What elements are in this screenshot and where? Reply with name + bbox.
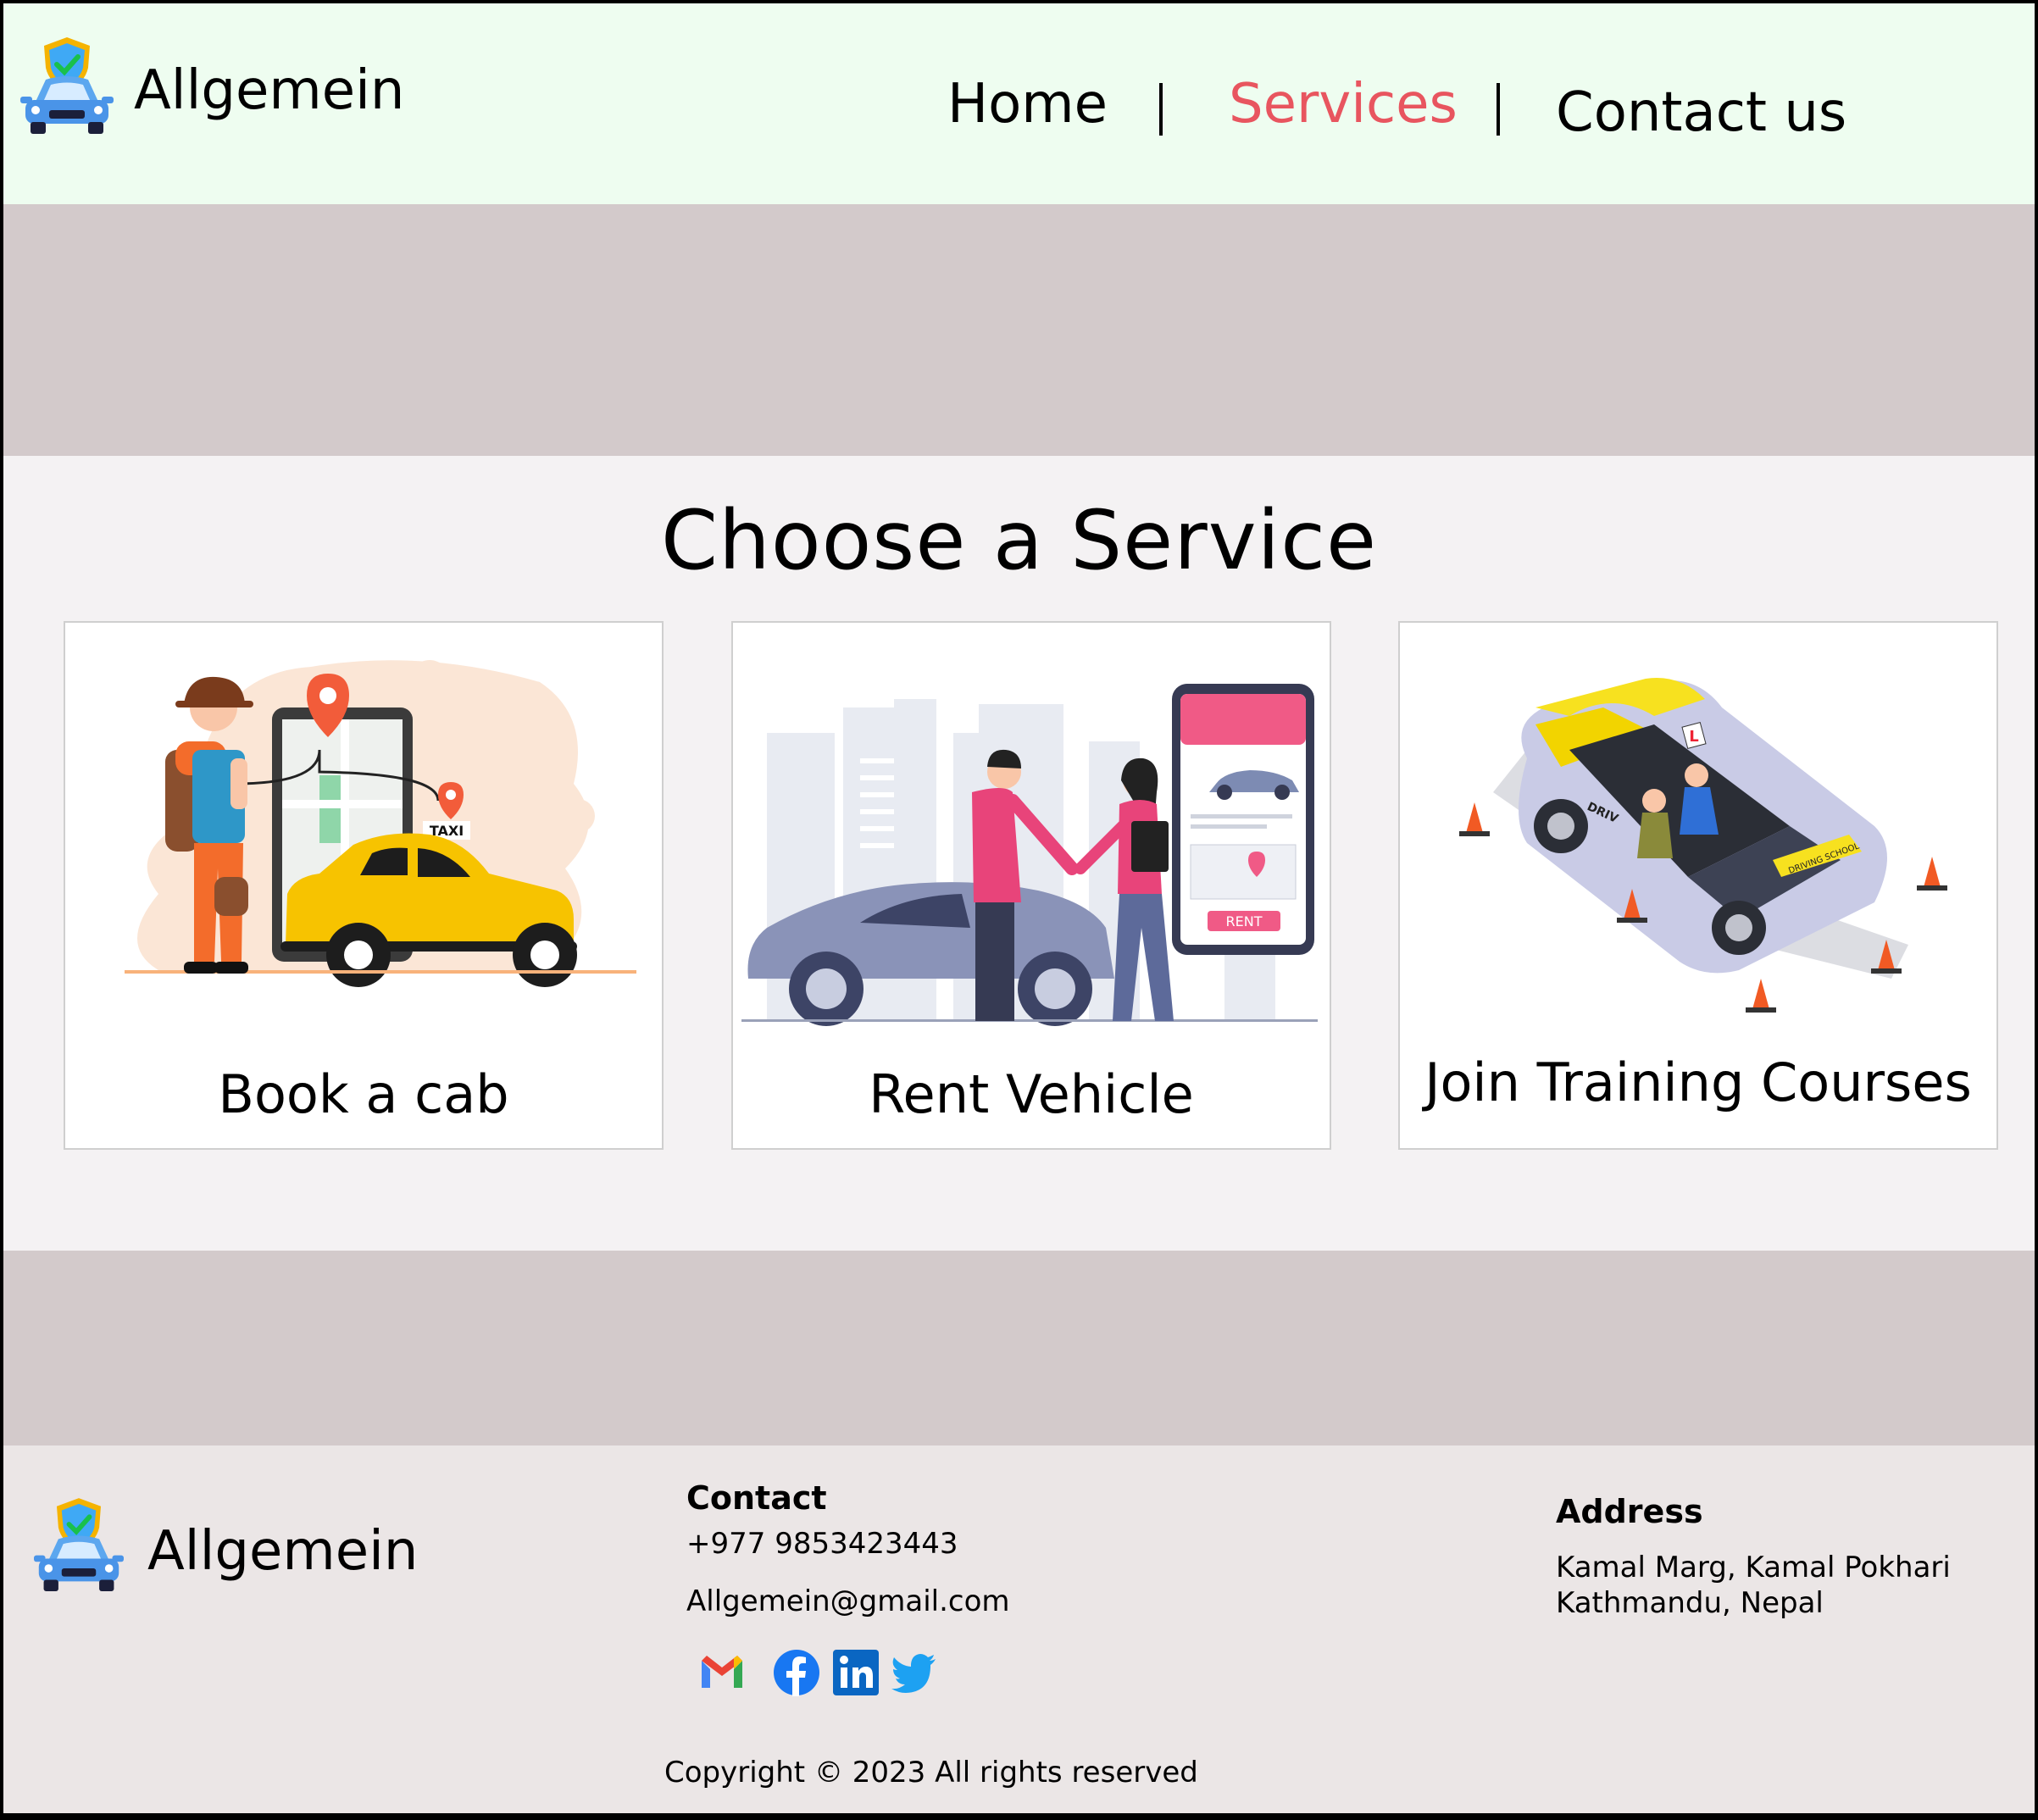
nav-services[interactable]: Services — [1229, 73, 1458, 136]
service-card-book-cab[interactable]: TAXI Book a cab — [64, 621, 664, 1150]
footer-car-shield-logo-icon[interactable] — [34, 1496, 124, 1596]
gmail-icon[interactable] — [698, 1649, 746, 1696]
hero-banner — [3, 204, 2035, 456]
promo-banner — [3, 1251, 2035, 1445]
brand-name[interactable]: Allgemein — [134, 59, 404, 122]
nav-separator — [1159, 83, 1163, 136]
nav-separator — [1497, 83, 1500, 136]
rent-vehicle-illustration-icon: RENT — [741, 684, 1318, 1026]
copyright-text: Copyright © 2023 All rights reserved — [664, 1756, 1198, 1789]
card-label-rent-vehicle: Rent Vehicle — [869, 1063, 1194, 1125]
page: Allgemein Home Services Contact us Choos… — [3, 3, 2035, 1813]
address-heading: Address — [1556, 1493, 1703, 1530]
driving-school-illustration-icon: L DRIV DRIVING SCHOOL — [1459, 678, 1947, 1013]
nav-contact-us[interactable]: Contact us — [1556, 81, 1846, 144]
linkedin-icon[interactable] — [832, 1649, 880, 1696]
site-header: Allgemein Home Services Contact us — [3, 3, 2035, 204]
address-line-2: Kathmandu, Nepal — [1556, 1586, 1824, 1620]
service-card-training-courses[interactable]: L DRIV DRIVING SCHOOL Join Training Cour… — [1398, 621, 1998, 1150]
footer-brand-name[interactable]: Allgemein — [147, 1520, 418, 1583]
contact-email[interactable]: Allgemein@gmail.com — [686, 1584, 1010, 1618]
svg-text:RENT: RENT — [1226, 913, 1263, 929]
contact-heading: Contact — [686, 1479, 827, 1517]
section-title: Choose a Service — [660, 493, 1378, 588]
card-label-training-courses: Join Training Courses — [1424, 1051, 1972, 1113]
twitter-icon[interactable] — [890, 1649, 937, 1696]
svg-text:L: L — [1689, 728, 1698, 746]
card-label-book-cab: Book a cab — [218, 1063, 509, 1125]
taxi-booking-illustration-icon: TAXI — [125, 660, 636, 987]
address-line-1: Kamal Marg, Kamal Pokhari — [1556, 1551, 1951, 1584]
nav-home[interactable]: Home — [947, 73, 1108, 136]
car-shield-logo-icon[interactable] — [20, 36, 114, 139]
facebook-icon[interactable] — [773, 1649, 820, 1696]
service-card-rent-vehicle[interactable]: RENT Rent Vehicle — [731, 621, 1331, 1150]
contact-phone[interactable]: +977 9853423443 — [686, 1527, 958, 1561]
